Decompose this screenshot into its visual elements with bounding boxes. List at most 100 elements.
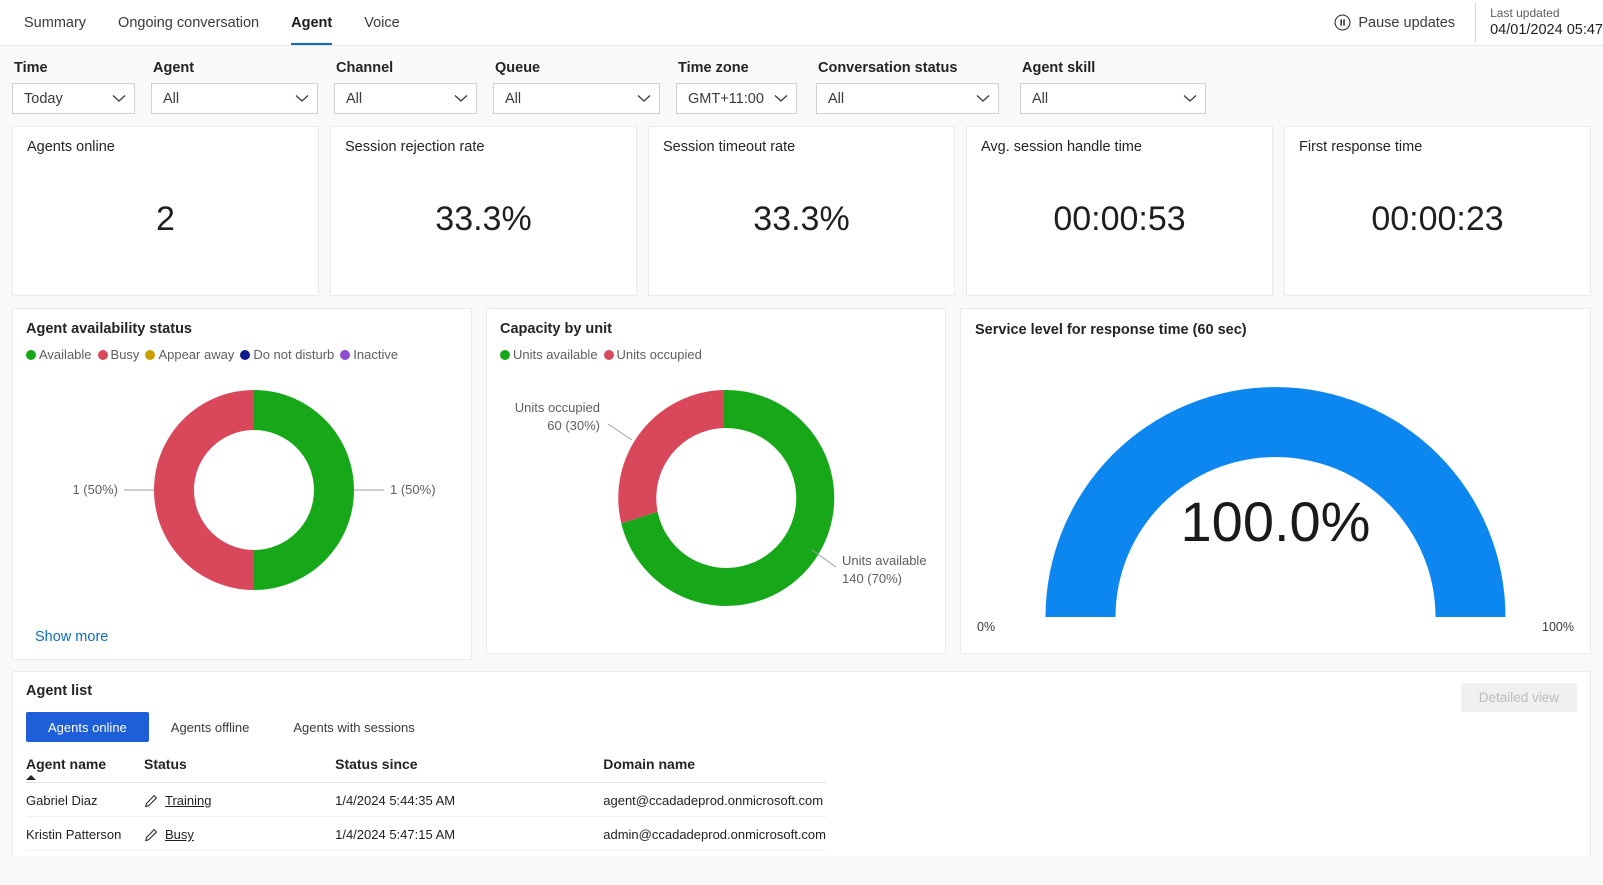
last-updated-label: Last updated [1490,5,1560,20]
filter-label: Time zone [678,60,749,76]
legend-label: Appear away [158,347,235,362]
agent-availability-card: Agent availability status Available Busy… [12,308,472,660]
legend-item-busy: Busy [97,347,140,362]
legend-label: Units available [513,347,598,362]
filter-agent: Agent All [151,60,334,114]
time-zone-dropdown[interactable]: GMT+11:00 [676,83,797,114]
kpi-title: Avg. session handle time [981,139,1142,155]
gauge-svg [1045,387,1506,617]
donut-label-busy: 1 (50%) [72,482,118,497]
top-bar-right: Pause updates Last updated 04/01/2024 05… [1334,0,1603,45]
filter-channel: Channel All [334,60,493,114]
kpi-title: Agents online [27,139,115,155]
column-header-agent-name[interactable]: Agent name [26,756,144,783]
capacity-donut-svg: Units occupied 60 (30%) Units available … [515,389,927,606]
top-tab-bar: Summary Ongoing conversation Agent Voice… [0,0,1603,46]
edit-pencil-icon[interactable] [144,828,158,842]
donut-label-units-occupied-name: Units occupied [515,400,600,415]
legend-swatch [97,349,108,360]
service-level-card: Service level for response time (60 sec)… [960,308,1591,654]
capacity-legend: Units available Units occupied [500,347,932,362]
table-row[interactable]: Kristin Patterson Busy 1/4/2024 5:47:15 … [26,816,826,851]
tab-summary[interactable]: Summary [8,0,102,45]
kpi-card-session-timeout-rate: Session timeout rate 33.3% [648,126,955,296]
conversation-status-dropdown-value: All [828,90,845,107]
chevron-down-icon [1183,95,1197,102]
tab-voice[interactable]: Voice [348,0,415,45]
tab-agent[interactable]: Agent [275,0,348,45]
conversation-status-dropdown[interactable]: All [816,83,999,114]
table-header-row: Agent name Status Status since Domain na… [26,756,826,783]
last-updated: Last updated 04/01/2024 05:47 [1476,5,1603,41]
kpi-card-agents-online: Agents online 2 [12,126,319,296]
legend-label: Available [39,347,92,362]
donut-label-units-available-name: Units available [842,553,927,568]
pivot-agents-offline[interactable]: Agents offline [149,712,272,742]
cell-domain-name: agent@ccadadeprod.onmicrosoft.com [603,782,826,817]
channel-dropdown-value: All [346,90,363,107]
pivot-agents-online[interactable]: Agents online [26,712,149,742]
donut-slice-busy[interactable] [154,390,254,590]
table-row[interactable]: Gabriel Diaz Training 1/4/2024 5:44:35 A… [26,782,826,817]
gauge-value-label: 100.0% [1180,490,1371,553]
filter-time-zone: Time zone GMT+11:00 [676,60,816,114]
cell-agent-name: Gabriel Diaz [26,782,145,817]
legend-label: Do not disturb [253,347,335,362]
column-header-status-since[interactable]: Status since [335,756,603,783]
status-value[interactable]: Busy [165,827,194,842]
tab-ongoing-conversation[interactable]: Ongoing conversation [102,0,275,45]
donut-slice-units-occupied[interactable] [618,390,724,524]
pause-updates-button[interactable]: Pause updates [1334,14,1475,31]
filter-bar: Time Today Agent All Channel All Queue A… [0,46,1603,126]
donut-label-units-occupied-value: 60 (30%) [547,418,600,433]
pivot-label: Agents online [48,719,127,735]
time-dropdown[interactable]: Today [12,83,135,114]
status-value[interactable]: Training [165,793,211,808]
kpi-title: Session timeout rate [663,139,796,155]
edit-pencil-icon[interactable] [144,794,158,808]
kpi-value: 33.3% [435,199,532,238]
kpi-value: 2 [156,199,175,238]
cell-agent-name: Kristin Patterson [26,816,145,851]
queue-dropdown-value: All [505,90,522,107]
donut-slice-available[interactable] [254,390,354,590]
column-header-status[interactable]: Status [144,756,335,783]
queue-dropdown[interactable]: All [493,83,660,114]
sort-ascending-icon [26,775,36,780]
cell-status-since: 1/4/2024 5:44:35 AM [335,782,604,817]
tab-label: Ongoing conversation [118,14,260,31]
kpi-value: 00:00:23 [1371,199,1504,238]
agent-dropdown[interactable]: All [151,83,318,114]
cell-domain-name: admin@ccadadeprod.onmicrosoft.com [603,816,826,851]
tab-label: Summary [24,14,87,31]
detailed-view-button[interactable]: Detailed view [1460,683,1577,712]
filter-agent-skill: Agent skill All [1020,60,1206,114]
agent-table-header: Agent name Status Status since Domain na… [26,756,826,783]
legend-label: Busy [110,347,140,362]
channel-dropdown[interactable]: All [334,83,477,114]
leader-line-units-occupied [607,423,633,441]
kpi-title: First response time [1299,139,1423,155]
column-header-domain-name[interactable]: Domain name [603,756,826,783]
column-label: Status since [335,756,418,772]
legend-swatch [603,349,614,360]
filter-label: Queue [495,60,541,76]
kpi-value: 33.3% [753,199,850,238]
legend-swatch [500,349,510,360]
time-zone-dropdown-value: GMT+11:00 [688,90,764,107]
kpi-card-avg-session-handle-time: Avg. session handle time 00:00:53 [966,126,1273,296]
column-label: Domain name [603,756,696,772]
column-label: Status [144,756,187,772]
legend-item-units-occupied: Units occupied [603,347,702,362]
tab-label: Agent [291,14,333,31]
legend-swatch [340,349,351,360]
cell-status: Busy [144,816,336,851]
capacity-by-unit-card: Capacity by unit Units available Units o… [486,308,946,654]
agent-skill-dropdown[interactable]: All [1020,83,1206,114]
show-more-link[interactable]: Show more [35,629,108,645]
pivot-agents-with-sessions[interactable]: Agents with sessions [271,712,436,742]
agent-list-card: Agent list Detailed view Agents online A… [12,671,1591,856]
availability-donut-svg: 1 (50%) 1 (50%) [72,390,436,590]
pivot-label: Agents with sessions [293,719,415,735]
filter-label: Agent skill [1022,60,1096,76]
